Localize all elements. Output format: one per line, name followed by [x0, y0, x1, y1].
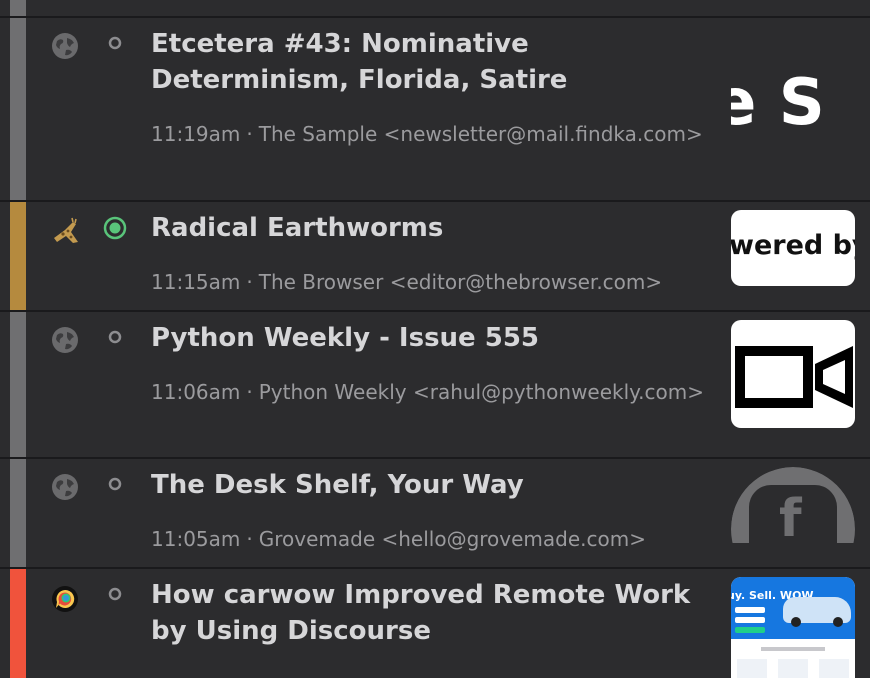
message-thumbnail[interactable]: uy. Sell. WOW.: [731, 577, 855, 678]
thumbnail-field: [735, 607, 765, 613]
discourse-icon: [51, 585, 79, 613]
message-row[interactable]: Etcetera #43: Nominative Determinism, Fl…: [0, 18, 870, 202]
message-meta: [151, 666, 711, 678]
feed-accent-bar: [10, 202, 26, 310]
globe-icon: [51, 473, 79, 501]
thumbnail-caption: [761, 647, 825, 651]
thumbnail-wheel: [791, 617, 801, 627]
thumbnail-card: [819, 659, 849, 678]
message-row[interactable]: The Desk Shelf, Your Way 11:05am · Grovema…: [0, 459, 870, 569]
meta-separator: ·: [246, 380, 253, 404]
message-time: 11:05am: [151, 527, 241, 551]
message-row[interactable]: Python Weekly - Issue 555 11:06am · Python…: [0, 312, 870, 459]
unread-status-icon[interactable]: [107, 476, 123, 492]
message-time: 11:19am: [151, 122, 241, 146]
message-time: 11:06am: [151, 380, 241, 404]
message-time: 11:15am: [151, 270, 241, 294]
thumbnail-card: [778, 659, 808, 678]
message-thumbnail[interactable]: e S: [731, 38, 855, 148]
meta-separator: ·: [246, 122, 253, 146]
message-title[interactable]: Python Weekly - Issue 555: [151, 320, 711, 356]
feed-accent-bar: [10, 312, 26, 457]
selected-status-icon[interactable]: [103, 216, 127, 240]
message-row[interactable]: How carwow Improved Remote Work by Using…: [0, 569, 870, 678]
previous-row-fragment[interactable]: [0, 0, 870, 18]
unread-status-icon[interactable]: [107, 586, 123, 602]
thumbnail-field: [735, 617, 765, 623]
thumbnail-wheel: [833, 617, 843, 627]
message-sender: The Browser <editor@thebrowser.com>: [258, 270, 663, 294]
globe-icon: [51, 32, 79, 60]
message-meta: 11:05am · Grovemade <hello@grovemade.com>: [151, 520, 711, 558]
message-thumbnail[interactable]: [731, 320, 855, 428]
message-list: Etcetera #43: Nominative Determinism, Fl…: [0, 0, 870, 678]
video-camera-icon: [735, 346, 853, 408]
message-row-selected[interactable]: Radical Earthworms 11:15am · The Browser <…: [0, 202, 870, 312]
meta-separator: ·: [246, 527, 253, 551]
message-title[interactable]: How carwow Improved Remote Work by Using…: [151, 577, 711, 649]
message-thumbnail[interactable]: f: [731, 467, 855, 543]
message-thumbnail[interactable]: wered by: [731, 210, 855, 286]
feed-accent-bar: [10, 0, 26, 16]
globe-icon: [51, 326, 79, 354]
thumbnail-text: f: [779, 489, 802, 543]
thumbnail-card: [737, 659, 767, 678]
thumbnail-text: e S: [731, 66, 825, 140]
message-title[interactable]: Etcetera #43: Nominative Determinism, Fl…: [151, 26, 711, 98]
giraffe-icon: [51, 216, 79, 244]
unread-status-icon[interactable]: [107, 329, 123, 345]
unread-status-icon[interactable]: [107, 35, 123, 51]
feed-accent-bar: [10, 18, 26, 200]
message-sender: Python Weekly <rahul@pythonweekly.com>: [258, 380, 704, 404]
feed-accent-bar: [10, 569, 26, 678]
message-title[interactable]: Radical Earthworms: [151, 210, 711, 246]
feed-accent-bar: [10, 459, 26, 567]
thumbnail-text: wered by: [731, 230, 855, 261]
message-sender: Grovemade <hello@grovemade.com>: [258, 527, 646, 551]
thumbnail-button: [735, 627, 765, 633]
message-title[interactable]: The Desk Shelf, Your Way: [151, 467, 711, 503]
message-meta: 11:19am · The Sample <newsletter@mail.find…: [151, 115, 711, 153]
message-meta: 11:15am · The Browser <editor@thebrowser.c…: [151, 263, 711, 301]
message-meta: 11:06am · Python Weekly <rahul@pythonweekl…: [151, 373, 711, 411]
meta-separator: ·: [246, 270, 253, 294]
message-sender: The Sample <newsletter@mail.findka.com>: [258, 122, 703, 146]
